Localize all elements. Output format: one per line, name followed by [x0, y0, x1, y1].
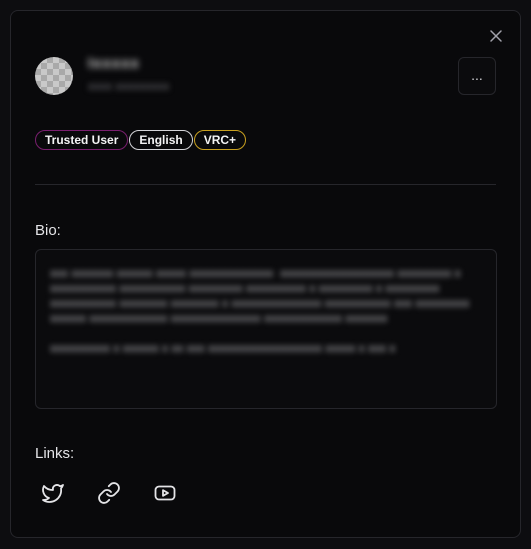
bio-label: Bio: [35, 222, 61, 239]
close-icon [490, 30, 502, 42]
profile-name: Ixxxxx [88, 55, 140, 72]
profile-subname: xxxx xxxxxxxxx [88, 79, 170, 93]
links-label: Links: [35, 445, 75, 462]
close-button[interactable] [487, 27, 505, 45]
badge-trusted-user: Trusted User [35, 130, 129, 150]
badge-vrc-plus: VRC+ [193, 130, 247, 150]
link-icon[interactable] [97, 481, 121, 505]
avatar [35, 57, 73, 95]
links-list [41, 481, 177, 505]
youtube-icon[interactable] [153, 481, 177, 505]
bio-text: xxx xxxxxxx xxxxxx xxxxx xxxxxxxxxxxxxx … [50, 266, 470, 355]
more-options-button[interactable]: ... [458, 57, 496, 95]
profile-modal: Ixxxxx xxxx xxxxxxxxx ... Trusted User E… [10, 10, 521, 538]
badge-language: English [129, 130, 193, 150]
twitter-icon[interactable] [41, 481, 65, 505]
badge-list: Trusted User English VRC+ [35, 130, 247, 150]
bio-box[interactable]: xxx xxxxxxx xxxxxx xxxxx xxxxxxxxxxxxxx … [35, 249, 497, 409]
divider [35, 184, 496, 185]
